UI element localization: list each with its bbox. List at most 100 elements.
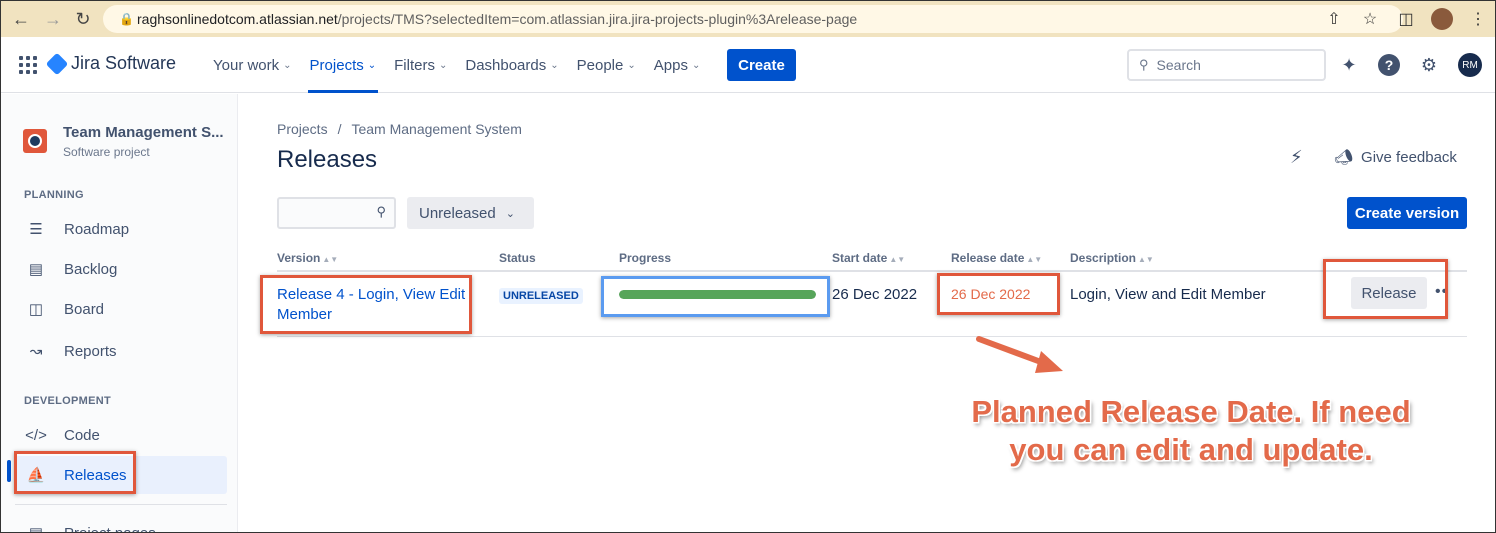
- search-input[interactable]: ⚲ Search: [1127, 49, 1326, 81]
- lock-icon: 🔒: [119, 12, 134, 26]
- planning-section-label: PLANNING: [24, 189, 84, 201]
- column-label: Description: [1070, 251, 1137, 265]
- releases-nav-highlight-box: [14, 451, 136, 494]
- status-filter-select[interactable]: Unreleased ⌄: [407, 197, 534, 229]
- create-button[interactable]: Create: [727, 49, 796, 81]
- project-type: Software project: [63, 145, 150, 159]
- sidebar-item-label: Board: [64, 300, 105, 318]
- sidebar-item-reports[interactable]: ↝ Reports: [15, 332, 227, 370]
- sidepanel-icon[interactable]: ◫: [1395, 8, 1417, 30]
- browser-profile-avatar[interactable]: [1431, 8, 1453, 30]
- column-label: Start date: [832, 251, 888, 265]
- progress-highlight-box: [601, 276, 830, 317]
- url-host: raghsonlinedotcom.atlassian.net: [137, 11, 338, 27]
- forward-arrow-icon[interactable]: →: [39, 5, 67, 33]
- sidebar-item-roadmap[interactable]: ☰ Roadmap: [15, 210, 227, 248]
- browser-toolbar: ← → ↻ 🔒 raghsonlinedotcom.atlassian.net /…: [1, 1, 1495, 37]
- breadcrumb-projects[interactable]: Projects: [277, 121, 328, 137]
- help-icon[interactable]: ?: [1377, 53, 1401, 77]
- column-label: Progress: [619, 251, 672, 265]
- kebab-menu-icon[interactable]: ⋮: [1467, 8, 1489, 30]
- jira-logo[interactable]: Jira Software: [45, 52, 176, 75]
- menu-people[interactable]: People ⌄: [577, 37, 636, 93]
- menu-your-work[interactable]: Your work ⌄: [213, 37, 292, 93]
- table-header-divider: [277, 270, 1467, 272]
- sidebar-item-code[interactable]: </> Code: [15, 416, 227, 454]
- chevron-down-icon: ⌄: [505, 207, 515, 220]
- column-header-progress: Progress: [619, 251, 671, 265]
- menu-label: Filters: [394, 56, 435, 74]
- user-avatar[interactable]: RM: [1458, 53, 1482, 77]
- column-header-release-date[interactable]: Release date ▲▼: [951, 251, 1042, 265]
- menu-label: Dashboards: [465, 56, 547, 74]
- page-title: Releases: [277, 146, 378, 173]
- column-header-description[interactable]: Description ▲▼: [1070, 251, 1154, 265]
- sort-icon: ▲▼: [889, 255, 906, 264]
- browser-actions: ⇧ ☆ ◫ ⋮: [1323, 5, 1489, 33]
- code-icon: </>: [25, 426, 47, 444]
- column-header-start-date[interactable]: Start date ▲▼: [832, 251, 905, 265]
- sidebar-item-project-pages[interactable]: ▤ Project pages: [15, 514, 227, 533]
- sort-icon: ▲▼: [1138, 255, 1154, 264]
- app-switcher-icon[interactable]: [19, 56, 37, 74]
- star-icon[interactable]: ☆: [1359, 8, 1381, 30]
- sidebar-item-board[interactable]: ◫ Board: [15, 290, 227, 328]
- menu-label: Your work: [213, 56, 280, 74]
- jira-diamond-icon: [45, 52, 69, 75]
- sidebar-item-label: Code: [64, 426, 100, 444]
- back-arrow-icon[interactable]: ←: [7, 5, 35, 33]
- development-section-label: DEVELOPMENT: [24, 395, 112, 407]
- backlog-icon: ▤: [28, 261, 44, 278]
- project-name: Team Management S...: [63, 124, 224, 141]
- column-label: Version: [277, 251, 321, 265]
- annotation-arrow: [976, 336, 1063, 373]
- menu-projects[interactable]: Projects ⌄: [307, 37, 378, 93]
- annotation-callout: Planned Release Date. If need you can ed…: [961, 393, 1421, 469]
- menu-filters[interactable]: Filters ⌄: [394, 37, 447, 93]
- sidebar-item-label: Roadmap: [64, 220, 130, 238]
- sidebar-item-label: Backlog: [64, 260, 118, 278]
- address-bar[interactable]: 🔒 raghsonlinedotcom.atlassian.net/projec…: [103, 5, 1403, 33]
- share-icon[interactable]: ⇧: [1323, 8, 1345, 30]
- search-icon: ⚲: [1139, 57, 1149, 72]
- status-filter-value: Unreleased: [419, 204, 496, 222]
- main-menu: Your work ⌄ Projects ⌄ Filters ⌄ Dashboards…: [213, 37, 718, 93]
- chevron-down-icon: ⌄: [691, 59, 701, 71]
- chevron-down-icon: ⌄: [627, 59, 636, 71]
- screenshot-frame: ← → ↻ 🔒 raghsonlinedotcom.atlassian.net /…: [0, 0, 1496, 533]
- menu-label: Apps: [653, 56, 688, 74]
- jira-top-nav: Jira Software Your work ⌄ Projects ⌄ Filte…: [1, 37, 1495, 93]
- reload-icon[interactable]: ↻: [69, 5, 97, 33]
- description-cell[interactable]: Login, View and Edit Member: [1070, 286, 1266, 303]
- url-path: /projects/TMS?selectedItem=com.atlassian…: [337, 11, 858, 27]
- chevron-down-icon: ⌄: [438, 59, 448, 71]
- create-version-button[interactable]: Create version: [1347, 197, 1467, 229]
- column-label: Status: [499, 251, 536, 265]
- menu-apps[interactable]: Apps ⌄: [654, 37, 701, 93]
- menu-label: Projects: [309, 56, 364, 74]
- breadcrumb-project[interactable]: Team Management System: [351, 121, 521, 137]
- notifications-icon[interactable]: ✦: [1337, 53, 1361, 77]
- chevron-down-icon: ⌄: [283, 59, 292, 71]
- active-indicator: [7, 460, 11, 482]
- version-highlight-box: [260, 275, 472, 334]
- search-placeholder: Search: [1156, 57, 1201, 73]
- release-date-highlight-box: [937, 273, 1060, 315]
- start-date-cell[interactable]: 26 Dec 2022: [832, 286, 917, 303]
- sidebar-divider: [15, 504, 227, 505]
- sidebar-item-backlog[interactable]: ▤ Backlog: [15, 250, 227, 288]
- breadcrumb: Projects / Team Management System: [277, 121, 522, 137]
- annotation-line-2: you can edit and update.: [1009, 432, 1373, 467]
- give-feedback-button[interactable]: 📣︎ Give feedback: [1334, 148, 1457, 167]
- settings-gear-icon[interactable]: ⚙: [1417, 53, 1441, 77]
- version-search-input[interactable]: ⚲: [277, 197, 396, 229]
- release-button-highlight-box: [1323, 259, 1448, 319]
- search-icon: ⚲: [376, 204, 386, 219]
- chevron-down-icon: ⌄: [550, 59, 559, 71]
- column-header-version[interactable]: Version ▲▼: [277, 251, 338, 265]
- menu-dashboards[interactable]: Dashboards ⌄: [465, 37, 558, 93]
- project-header[interactable]: Team Management S... Software project: [23, 124, 224, 159]
- roadmap-icon: ☰: [29, 221, 43, 238]
- board-icon: ◫: [28, 301, 44, 318]
- automation-bolt-icon[interactable]: ⚡︎: [1290, 147, 1303, 168]
